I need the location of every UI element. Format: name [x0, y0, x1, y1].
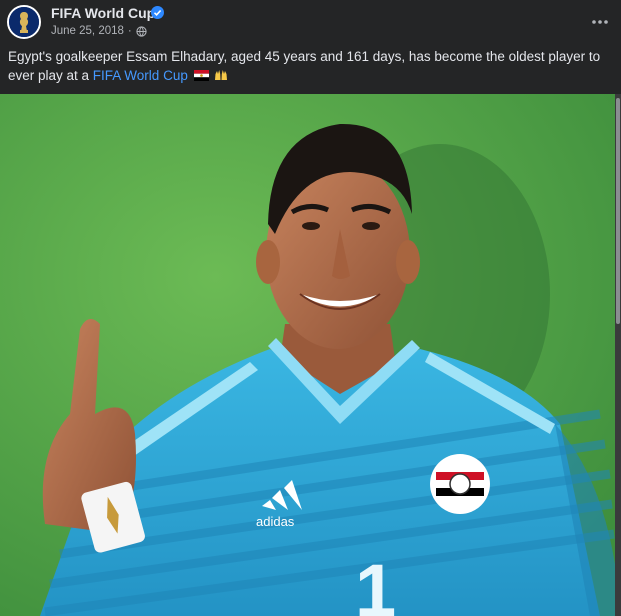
post-meta: June 25, 2018 ·	[51, 25, 147, 37]
page-name[interactable]: FIFA World Cup	[51, 5, 155, 21]
jersey-brand: adidas	[256, 514, 295, 529]
egypt-crest-icon	[430, 454, 490, 514]
scrollbar[interactable]	[615, 94, 621, 616]
egypt-flag-icon	[193, 70, 209, 81]
more-options-button[interactable]	[588, 10, 612, 34]
fifa-world-cup-logo-icon	[9, 7, 39, 37]
post-date[interactable]: June 25, 2018	[51, 25, 124, 37]
post-caption: Egypt's goalkeeper Essam Elhadary, aged …	[8, 47, 608, 85]
goalkeeper-photo: adidas 1	[0, 94, 615, 616]
verified-badge-icon	[151, 6, 164, 19]
page-avatar[interactable]	[7, 5, 41, 39]
caption-link[interactable]: FIFA World Cup	[93, 68, 188, 83]
more-options-icon	[592, 20, 608, 24]
raising-hands-icon	[215, 70, 228, 80]
scrollbar-thumb[interactable]	[616, 98, 620, 324]
post-header: FIFA World Cup June 25, 2018 ·	[0, 0, 621, 44]
post-photo[interactable]: adidas 1	[0, 94, 615, 616]
globe-icon[interactable]	[136, 25, 147, 37]
meta-separator: ·	[127, 25, 132, 37]
jersey-number: 1	[355, 549, 396, 616]
